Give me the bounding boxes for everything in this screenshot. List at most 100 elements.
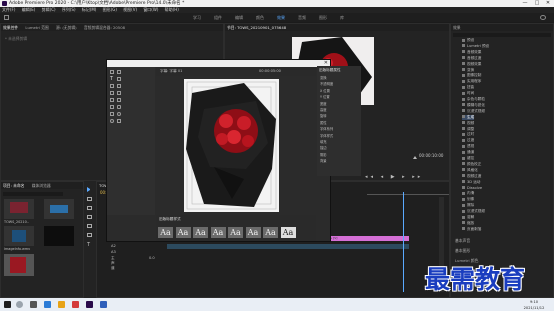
titler-rotate-icon[interactable] [117,70,121,74]
effects-item[interactable]: 图像控制 [462,73,481,78]
taskbar-search-icon[interactable] [16,301,23,308]
effects-item[interactable]: 调整 [462,127,474,132]
titler-rectangle-icon[interactable] [110,105,114,109]
workspace-audio[interactable]: 音频 [298,13,306,22]
titler-vertical-type-icon[interactable] [117,77,121,81]
audio-track-a1[interactable] [167,244,409,249]
minimize-button[interactable]: — [520,0,530,7]
pen-tool-icon[interactable] [87,233,92,237]
project-thumb-4[interactable] [44,226,74,246]
effects-item[interactable]: 缩放 [462,221,474,226]
workspace-effects[interactable]: 效果 [277,13,285,22]
tab-lumetri-scopes[interactable]: Lumetri 范围 [25,25,48,30]
effects-item[interactable]: 过时 [462,132,474,137]
track-select-tool-icon[interactable] [87,197,92,201]
menu-graphics[interactable]: 图形(G) [103,7,117,12]
effects-item[interactable]: 划像 [462,197,474,202]
titler-ellipse-icon[interactable] [110,119,114,123]
home-icon[interactable] [4,15,9,20]
file-explorer-icon[interactable] [58,301,65,308]
titler-style-swatch[interactable]: Aa [193,227,208,238]
effects-item[interactable]: 变换 [462,68,474,73]
selection-tool-icon[interactable] [87,187,92,192]
effects-item[interactable]: 视频 [462,121,474,126]
project-thumb-1[interactable] [4,199,34,219]
effects-item[interactable]: Dissolve [462,186,482,190]
effects-item[interactable]: 沉浸式视频 [462,109,485,114]
effects-item[interactable]: 扭曲 [462,85,474,90]
premiere-taskbar-icon[interactable] [86,301,93,308]
effects-item[interactable]: 通道 [462,150,474,155]
effects-item[interactable]: 沉浸式视频 [462,209,485,214]
effects-item[interactable]: 内滑 [462,191,474,196]
titler-style-swatch[interactable]: Aa [158,227,173,238]
titler-area-type-icon[interactable] [110,84,114,88]
tab-source[interactable]: 源: (无剪辑) [56,25,77,30]
tab-audio-mixer[interactable]: 音频剪辑混合器: 20508 [84,25,125,30]
maximize-button[interactable]: □ [532,0,542,7]
titler-selection-icon[interactable] [110,70,114,74]
search-icon[interactable] [540,15,546,20]
titler-path-type-icon[interactable] [117,84,121,88]
titler-rounded-rect-icon[interactable] [117,105,121,109]
effects-item[interactable]: 模糊与锐化 [462,103,485,108]
titler-style-swatch[interactable]: Aa [245,227,261,238]
menu-markers[interactable]: 标记(M) [82,7,97,12]
project-thumb-3[interactable] [4,226,34,246]
project-search-input[interactable] [3,192,63,196]
workspace-graphics[interactable]: 图形 [319,13,327,22]
titler-arc-icon[interactable] [117,119,121,123]
effects-item[interactable]: 视频过渡 [462,174,481,179]
start-icon[interactable] [4,301,11,308]
close-button[interactable]: ✕ [543,0,553,7]
word-icon[interactable] [100,301,107,308]
menu-file[interactable]: 文件(F) [2,7,15,12]
effects-item[interactable]: 擦除 [462,203,474,208]
effects-item[interactable]: 视频效果 [462,62,481,67]
menu-view[interactable]: 视图(V) [123,7,137,12]
titler-pen-icon[interactable] [110,91,114,95]
project-thumb-5[interactable] [4,254,34,276]
razor-tool-icon[interactable] [87,215,92,219]
titler-delete-anchor-icon[interactable] [110,98,114,102]
titler-convert-anchor-icon[interactable] [117,98,121,102]
titler-style-swatch[interactable]: Aa [175,227,191,238]
titler-add-anchor-icon[interactable] [117,91,121,95]
titler-type-icon[interactable]: T [110,77,114,82]
effects-item[interactable]: 音频过渡 [462,56,481,61]
effects-item[interactable]: 杂色与颗粒 [462,97,485,102]
effects-item[interactable]: 预设 [462,38,474,43]
task-view-icon[interactable] [30,301,37,308]
panel-essential-sound[interactable]: 基本声音 [455,238,470,244]
titler-clipped-rect-icon[interactable] [110,112,114,116]
workspace-editing[interactable]: 编辑 [235,13,243,22]
effects-item[interactable]: 时间 [462,91,474,96]
timeline-playhead[interactable] [403,192,404,292]
tab-program[interactable]: 节目: TOWS_20210901_075648 [227,25,286,30]
effects-item[interactable]: 溶解 [462,215,474,220]
titler-canvas[interactable] [184,79,279,212]
effects-item[interactable]: 颜色校正 [462,162,481,167]
effects-item[interactable]: 风格化 [462,168,478,173]
slip-tool-icon[interactable] [87,224,92,228]
ripple-edit-tool-icon[interactable] [87,206,92,210]
project-thumb-2[interactable] [44,199,74,219]
effects-item[interactable]: 页面剥落 [462,227,481,232]
taskbar-clock[interactable]: 9:10 2021/11/12 [514,298,554,311]
effects-item[interactable]: 过渡 [462,138,474,143]
effects-item[interactable]: 生成 [462,114,475,120]
tab-media-browser[interactable]: 媒体浏览器 [32,183,51,188]
titler-style-swatch[interactable]: Aa [263,227,278,238]
tab-project[interactable]: 项目: 未命名 [3,183,24,188]
effects-item[interactable]: 3D 运动 [462,180,480,185]
menu-edit[interactable]: 编辑(E) [22,7,36,12]
effects-item[interactable]: 音频效果 [462,50,481,55]
titler-style-swatch[interactable]: Aa [280,227,296,238]
titler-style-swatch[interactable]: Aa [210,227,226,238]
tab-effect-controls[interactable]: 效果控件 [3,25,18,30]
type-tool-icon[interactable]: T [87,242,90,248]
effects-item[interactable]: 透视 [462,144,474,149]
workspace-assembly[interactable]: 组件 [214,13,222,22]
edge-icon[interactable] [44,301,51,308]
time-ruler[interactable] [367,190,449,195]
